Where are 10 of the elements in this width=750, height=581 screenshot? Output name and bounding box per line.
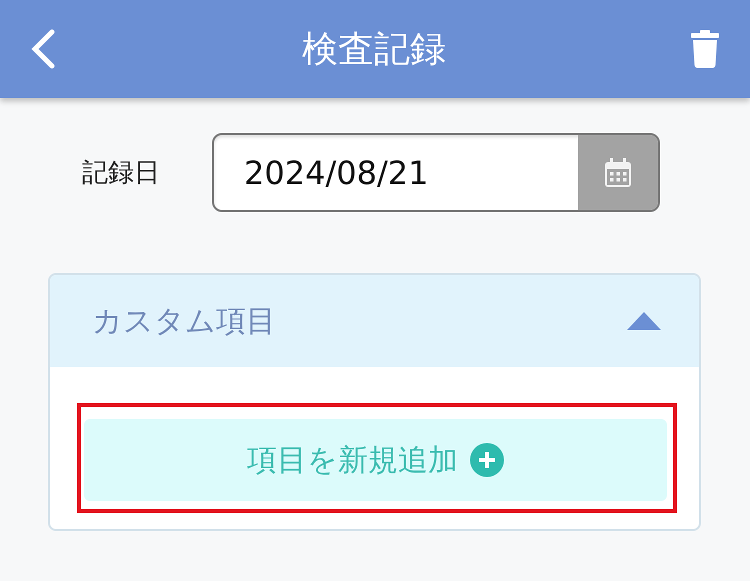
calendar-icon <box>604 158 632 188</box>
delete-button[interactable] <box>690 30 720 68</box>
calendar-button[interactable] <box>578 135 658 210</box>
page-title: 検査記録 <box>302 28 446 72</box>
record-date-label: 記録日 <box>82 157 160 190</box>
trash-icon <box>691 30 719 68</box>
date-picker[interactable]: 2024/08/21 <box>212 133 660 212</box>
date-field[interactable]: 2024/08/21 <box>214 135 578 210</box>
back-icon <box>30 29 56 69</box>
plus-circle-icon <box>470 443 504 477</box>
